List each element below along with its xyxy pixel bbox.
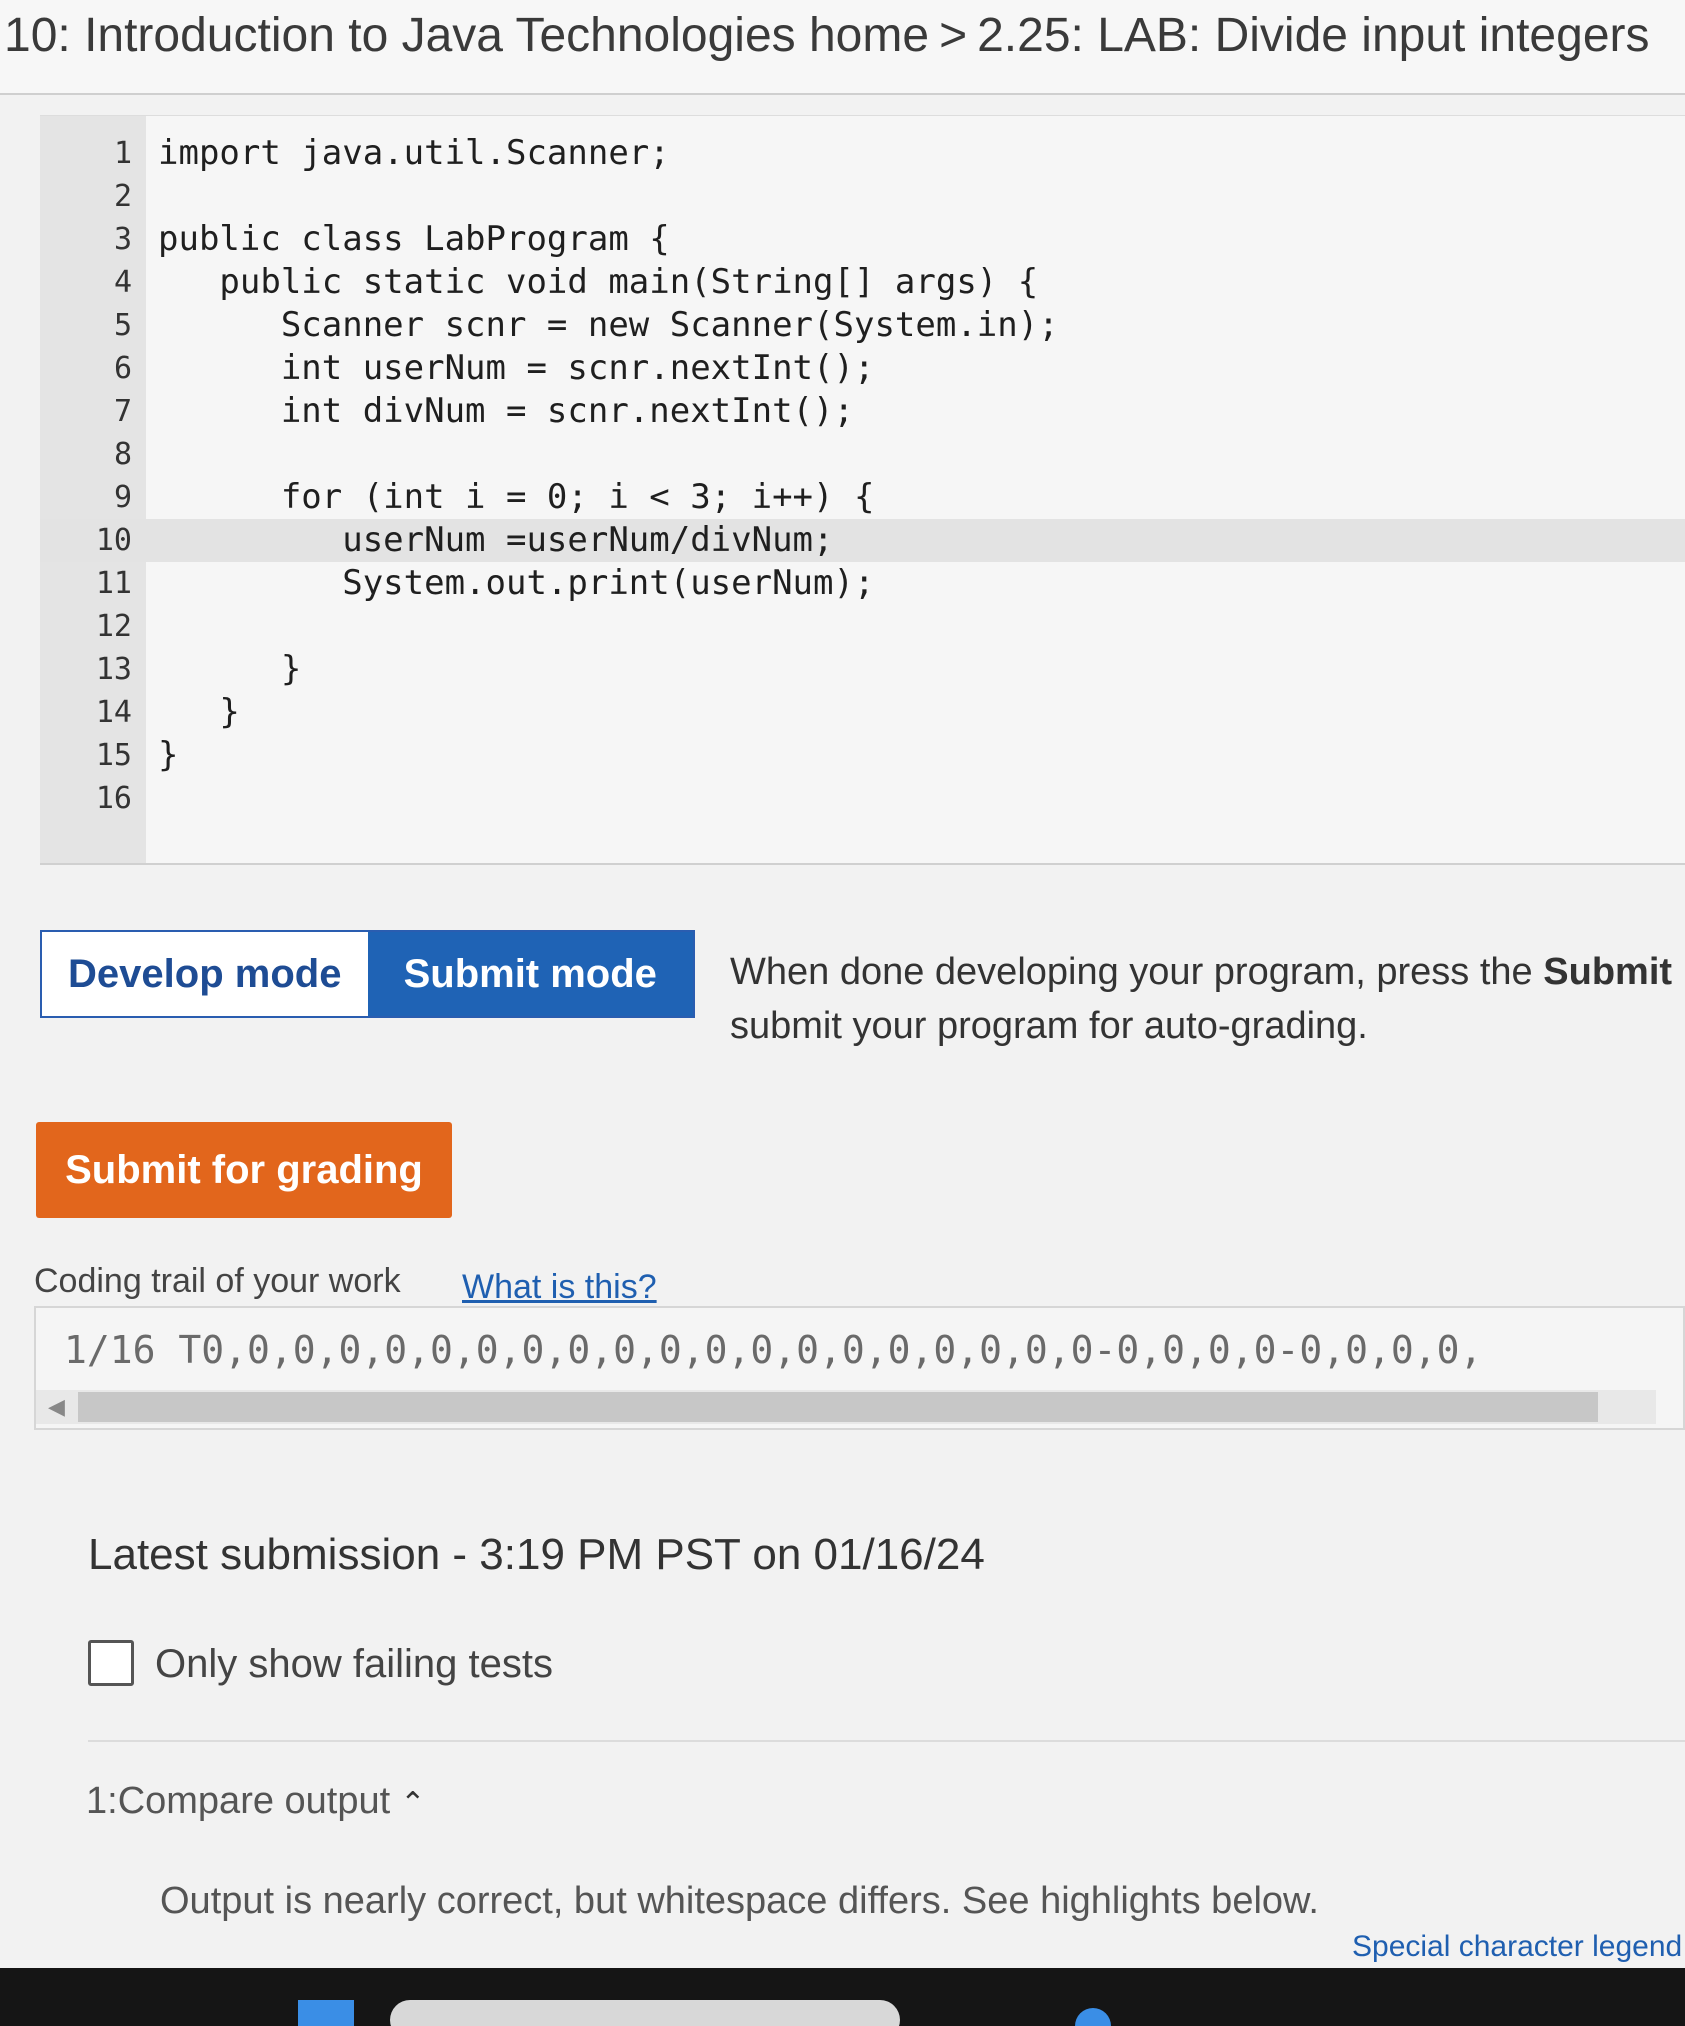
line-number: 9: [113, 480, 132, 515]
coding-trail-label: Coding trail of your work: [34, 1262, 401, 1300]
mode-hint-suffix: submit your program for auto-grading.: [730, 1005, 1368, 1047]
code-text[interactable]: Scanner scnr = new Scanner(System.in);: [158, 304, 1059, 347]
line-number: 5: [113, 308, 132, 343]
line-number: 8: [113, 437, 132, 472]
code-line[interactable]: 13 }: [40, 648, 1685, 691]
code-line[interactable]: 7 int divNum = scnr.nextInt();: [40, 390, 1685, 433]
code-line[interactable]: 12: [40, 605, 1685, 648]
code-line[interactable]: 9 for (int i = 0; i < 3; i++) {: [40, 476, 1685, 519]
code-line[interactable]: 16: [40, 777, 1685, 820]
coding-trail-text: 1/16 T0,0,0,0,0,0,0,0,0,0,0,0,0,0,0,0,0,…: [64, 1328, 1483, 1372]
latest-submission-title: Latest submission - 3:19 PM PST on 01/16…: [88, 1530, 985, 1579]
mode-hint-prefix: When done developing your program, press…: [730, 951, 1544, 993]
coding-trail-box: 1/16 T0,0,0,0,0,0,0,0,0,0,0,0,0,0,0,0,0,…: [34, 1306, 1685, 1430]
line-number: 6: [113, 351, 132, 386]
only-failing-checkbox[interactable]: [88, 1640, 134, 1686]
code-line[interactable]: 11 System.out.print(userNum);: [40, 562, 1685, 605]
line-number: 2: [113, 179, 132, 214]
only-failing-label[interactable]: Only show failing tests: [155, 1642, 553, 1687]
page: 10: Introduction to Java Technologies ho…: [0, 0, 1685, 2026]
code-line[interactable]: 4 public static void main(String[] args)…: [40, 261, 1685, 304]
line-number: 16: [95, 781, 132, 816]
code-text[interactable]: System.out.print(userNum);: [158, 562, 874, 605]
latest-submission-panel: Latest submission - 3:19 PM PST on 01/16…: [0, 1470, 1685, 1970]
code-text[interactable]: public static void main(String[] args) {: [158, 261, 1038, 304]
code-line[interactable]: 5 Scanner scnr = new Scanner(System.in);: [40, 304, 1685, 347]
code-line[interactable]: 2: [40, 175, 1685, 218]
trail-scrollbar-thumb[interactable]: [78, 1392, 1598, 1422]
what-is-this-link[interactable]: What is this?: [462, 1268, 657, 1307]
test-result-message: Output is nearly correct, but whitespace…: [160, 1880, 1319, 1922]
trail-scrollbar[interactable]: ◀: [36, 1390, 1656, 1424]
code-line[interactable]: 14 }: [40, 691, 1685, 734]
breadcrumb-home-link[interactable]: 10: Introduction to Java Technologies ho…: [4, 9, 929, 62]
line-number: 15: [95, 738, 132, 773]
code-text[interactable]: }: [158, 648, 301, 691]
develop-mode-button[interactable]: Develop mode: [42, 932, 368, 1016]
special-character-legend-link[interactable]: Special character legend: [1352, 1930, 1682, 1964]
code-line[interactable]: 6 int userNum = scnr.nextInt();: [40, 347, 1685, 390]
line-number: 4: [113, 265, 132, 300]
line-number: 12: [95, 609, 132, 644]
code-text[interactable]: import java.util.Scanner;: [158, 132, 670, 175]
line-number: 10: [95, 523, 132, 558]
submit-for-grading-button[interactable]: Submit for grading: [36, 1122, 452, 1218]
code-text[interactable]: }: [158, 734, 178, 777]
mode-toggle: Develop mode Submit mode: [40, 930, 695, 1018]
code-line[interactable]: 3 public class LabProgram {: [40, 218, 1685, 261]
breadcrumb-separator: >: [939, 9, 968, 62]
line-number: 7: [113, 394, 132, 429]
divider: [88, 1740, 1685, 1742]
line-number: 14: [95, 695, 132, 730]
windows-start-icon: [298, 2000, 354, 2026]
test-compare-output-header[interactable]: 1:Compare output ⌃: [86, 1780, 425, 1823]
scroll-left-icon[interactable]: ◀: [48, 1390, 65, 1424]
code-line[interactable]: 10 userNum =userNum/divNum;: [40, 519, 1685, 562]
code-text[interactable]: int divNum = scnr.nextInt();: [158, 390, 854, 433]
taskbar-search: [390, 2000, 900, 2026]
mode-hint: When done developing your program, press…: [730, 945, 1680, 1053]
line-number: 1: [113, 136, 132, 171]
code-text[interactable]: }: [158, 691, 239, 734]
code-line[interactable]: 15}: [40, 734, 1685, 777]
line-number: 13: [95, 652, 132, 687]
code-editor[interactable]: 1 import java.util.Scanner; 2 3 public class…: [40, 115, 1685, 865]
breadcrumb-current: 2.25: LAB: Divide input integers: [977, 9, 1650, 62]
line-number: 11: [95, 566, 132, 601]
code-text[interactable]: public class LabProgram {: [158, 218, 670, 261]
code-text[interactable]: int userNum = scnr.nextInt();: [158, 347, 875, 390]
test-title: 1:Compare output: [86, 1780, 391, 1822]
breadcrumb: 10: Introduction to Java Technologies ho…: [0, 0, 1685, 95]
line-number: 3: [113, 222, 132, 257]
code-text[interactable]: userNum =userNum/divNum;: [158, 519, 833, 562]
code-text[interactable]: for (int i = 0; i < 3; i++) {: [158, 476, 875, 519]
code-line[interactable]: 1 import java.util.Scanner;: [40, 132, 1685, 175]
mode-hint-bold: Submit: [1543, 951, 1673, 993]
code-line[interactable]: 8: [40, 433, 1685, 476]
chevron-up-icon[interactable]: ⌃: [400, 1786, 425, 1821]
submit-mode-button[interactable]: Submit mode: [367, 932, 693, 1016]
